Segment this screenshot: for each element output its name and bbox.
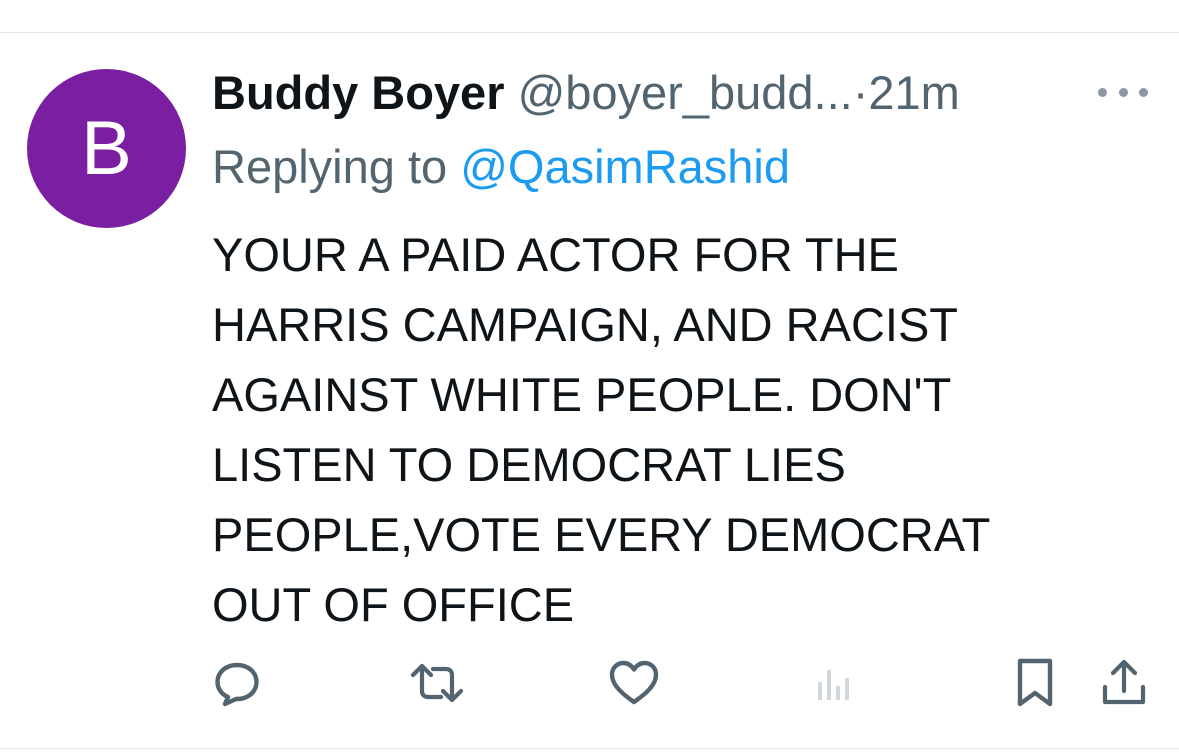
retweet-button[interactable] (409, 655, 465, 711)
views-icon (818, 670, 849, 700)
avatar-letter: B (81, 106, 132, 191)
share-icon (1102, 659, 1146, 705)
tweet-header: Buddy Boyer @boyer_budd...·21m (212, 63, 960, 123)
divider (0, 748, 1179, 749)
display-name[interactable]: Buddy Boyer (212, 66, 505, 119)
bookmark-button[interactable] (1007, 655, 1063, 711)
reply-icon (215, 662, 259, 707)
views-button[interactable] (806, 655, 862, 711)
tweet[interactable]: B Buddy Boyer @boyer_budd...·21m Replyin… (0, 33, 1179, 749)
more-dot (1098, 87, 1107, 97)
more-dot (1118, 87, 1128, 97)
more-dot (1139, 87, 1148, 97)
reply-button[interactable] (209, 655, 265, 711)
timestamp[interactable]: 21m (868, 66, 959, 119)
replying-to-line: Replying to @QasimRashid (212, 137, 790, 197)
replying-prefix: Replying to (212, 140, 448, 193)
like-icon (609, 660, 659, 705)
avatar[interactable]: B (27, 69, 186, 228)
retweet-icon (410, 663, 464, 703)
more-options-icon[interactable] (1098, 80, 1148, 104)
share-button[interactable] (1096, 655, 1152, 711)
previous-tweet-edge (0, 0, 1179, 33)
separator-dot: · (852, 66, 869, 119)
bookmark-icon (1017, 658, 1053, 707)
page: B Buddy Boyer @boyer_budd...·21m Replyin… (0, 0, 1179, 756)
like-button[interactable] (606, 655, 662, 711)
tweet-text: YOUR A PAID ACTOR FOR THE HARRIS CAMPAIG… (212, 228, 991, 631)
user-handle[interactable]: @boyer_budd... (518, 66, 853, 119)
action-bar (0, 655, 1179, 715)
replying-to-mention[interactable]: @QasimRashid (460, 140, 790, 193)
